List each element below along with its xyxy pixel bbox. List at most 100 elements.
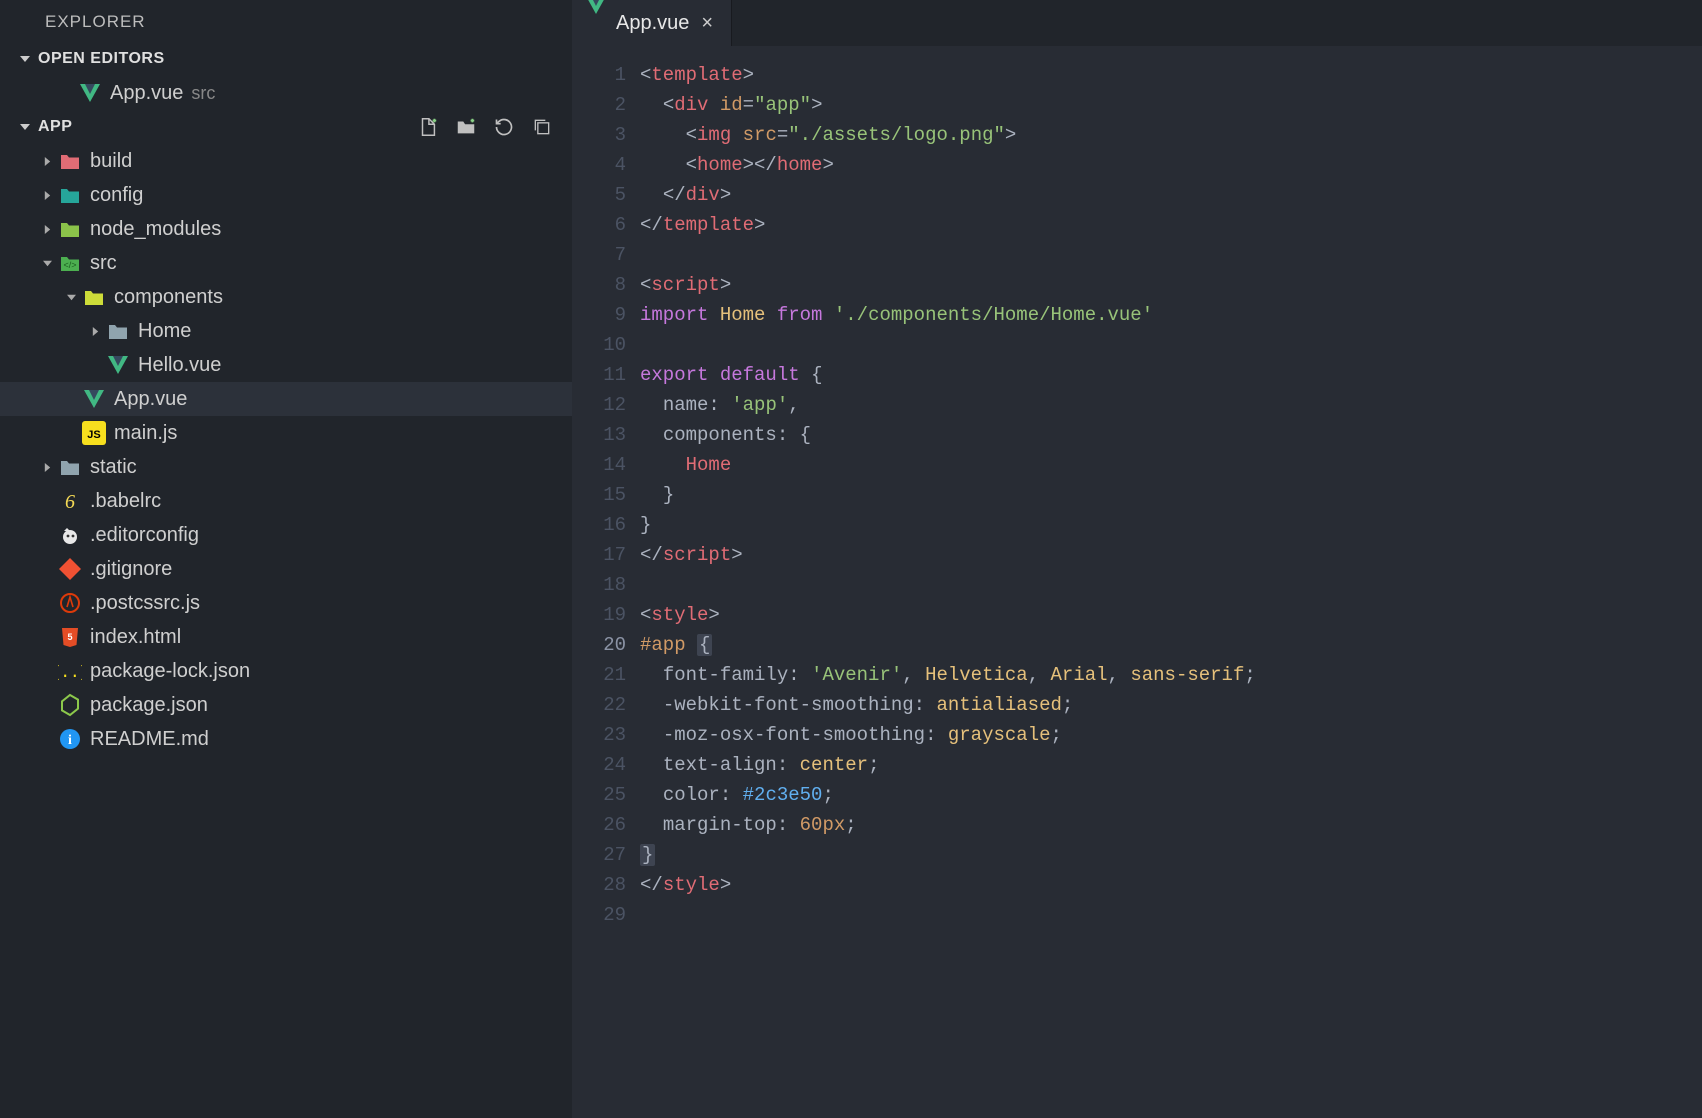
tree-folder[interactable]: static [0,450,572,484]
line-number: 14 [572,450,626,480]
line-number: 4 [572,150,626,180]
code-line[interactable]: <script> [640,270,1256,300]
line-number: 25 [572,780,626,810]
line-number: 5 [572,180,626,210]
tree-file[interactable]: App.vue [0,382,572,416]
new-file-icon[interactable] [416,115,440,139]
code-line[interactable] [640,900,1256,930]
code-line[interactable]: import Home from './components/Home/Home… [640,300,1256,330]
html-icon: 5 [58,625,82,649]
tree-item-label: .babelrc [90,490,161,513]
line-number: 19 [572,600,626,630]
tree-file[interactable]: .gitignore [0,552,572,586]
vue-icon [82,387,106,411]
babel-icon: 6 [58,489,82,513]
tree-file[interactable]: 5index.html [0,620,572,654]
line-number: 22 [572,690,626,720]
tree-file[interactable]: .editorconfig [0,518,572,552]
line-number: 21 [572,660,626,690]
code-content[interactable]: <template> <div id="app"> <img src="./as… [640,46,1256,1118]
code-line[interactable]: <img src="./assets/logo.png"> [640,120,1256,150]
svg-text:5: 5 [67,632,72,642]
code-line[interactable]: <home></home> [640,150,1256,180]
svg-text:JS: JS [87,429,100,441]
tree-item-label: .gitignore [90,558,172,581]
tree-file[interactable]: Hello.vue [0,348,572,382]
close-icon[interactable]: × [699,12,715,35]
code-line[interactable]: <style> [640,600,1256,630]
code-line[interactable] [640,240,1256,270]
line-number: 3 [572,120,626,150]
code-line[interactable]: #app { [640,630,1256,660]
code-line[interactable]: </style> [640,870,1256,900]
open-editors-header[interactable]: OPEN EDITORS [0,42,572,76]
svg-text:{..}: {..} [58,662,82,681]
tree-item-label: config [90,184,143,207]
line-number: 29 [572,900,626,930]
tree-file[interactable]: .postcssrc.js [0,586,572,620]
tree-file[interactable]: JS main.js [0,416,572,450]
tree-file[interactable]: iREADME.md [0,722,572,756]
editor-tab[interactable]: App.vue× [572,0,732,46]
tree-folder[interactable]: node_modules [0,212,572,246]
chevron-right-icon [88,327,102,336]
line-number: 9 [572,300,626,330]
js-icon: JS [82,421,106,445]
tree-item-label: main.js [114,422,177,445]
code-line[interactable]: -moz-osx-font-smoothing: grayscale; [640,720,1256,750]
line-number: 11 [572,360,626,390]
line-number: 23 [572,720,626,750]
code-line[interactable]: margin-top: 60px; [640,810,1256,840]
tree-folder[interactable]: Home [0,314,572,348]
explorer-title: EXPLORER [0,0,572,42]
line-number: 6 [572,210,626,240]
tree-file[interactable]: 6 .babelrc [0,484,572,518]
tree-folder[interactable]: config [0,178,572,212]
code-line[interactable]: Home [640,450,1256,480]
folder-icon [82,285,106,309]
code-line[interactable]: components: { [640,420,1256,450]
code-line[interactable]: } [640,510,1256,540]
vue-icon [586,14,606,32]
tree-folder[interactable]: components [0,280,572,314]
folder-icon [58,217,82,241]
tree-item-label: App.vue [114,388,187,411]
code-line[interactable]: </div> [640,180,1256,210]
tree-file[interactable]: package.json [0,688,572,722]
code-line[interactable]: <div id="app"> [640,90,1256,120]
line-number: 17 [572,540,626,570]
chevron-right-icon [40,225,54,234]
chevron-right-icon [40,191,54,200]
chevron-down-icon [64,293,78,302]
tree-folder[interactable]: </>src [0,246,572,280]
collapse-all-icon[interactable] [530,115,554,139]
code-line[interactable]: text-align: center; [640,750,1256,780]
open-editors-list: App.vuesrc [0,76,572,110]
chevron-down-icon [18,54,32,64]
code-line[interactable]: name: 'app', [640,390,1256,420]
open-editors-label: OPEN EDITORS [38,50,560,68]
project-header[interactable]: APP [0,110,572,144]
code-line[interactable]: color: #2c3e50; [640,780,1256,810]
tree-item-label: App.vue [110,82,183,105]
refresh-icon[interactable] [492,115,516,139]
code-line[interactable]: </script> [640,540,1256,570]
code-line[interactable]: </template> [640,210,1256,240]
code-line[interactable]: -webkit-font-smoothing: antialiased; [640,690,1256,720]
code-line[interactable]: font-family: 'Avenir', Helvetica, Arial,… [640,660,1256,690]
tree-file[interactable]: {..}package-lock.json [0,654,572,688]
json-icon: {..} [58,659,82,683]
code-line[interactable]: } [640,840,1256,870]
code-line[interactable]: export default { [640,360,1256,390]
line-number: 24 [572,750,626,780]
code-line[interactable]: } [640,480,1256,510]
code-editor[interactable]: 1234567891011121314151617181920212223242… [572,46,1702,1118]
new-folder-icon[interactable] [454,115,478,139]
tree-file[interactable]: App.vuesrc [0,76,572,110]
chevron-right-icon [40,463,54,472]
code-line[interactable] [640,570,1256,600]
line-number: 13 [572,420,626,450]
code-line[interactable]: <template> [640,60,1256,90]
code-line[interactable] [640,330,1256,360]
tree-folder[interactable]: build [0,144,572,178]
